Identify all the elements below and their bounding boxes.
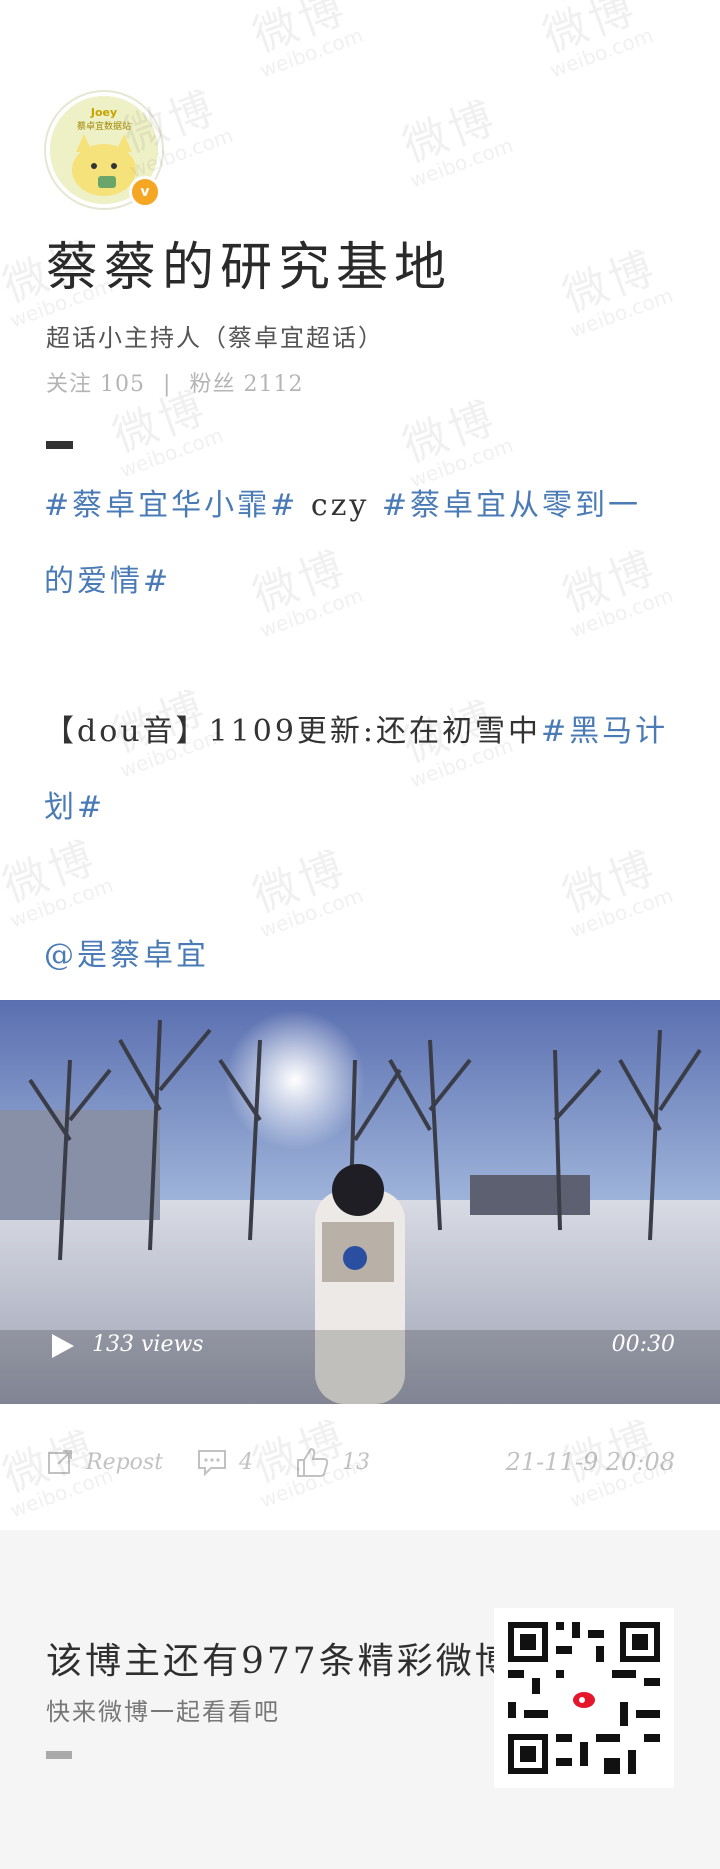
watermark: 微博 weibo.com (536, 0, 657, 83)
qr-code[interactable] (494, 1608, 674, 1788)
comment-button[interactable]: 4 (197, 1448, 253, 1476)
like-button[interactable]: 13 (296, 1446, 370, 1478)
post-paragraph-2: 【dou音】1109更新:还在初雪中#黑马计划# (44, 694, 674, 846)
video-views: 133 views (92, 1332, 204, 1357)
repost-label: Repost (86, 1449, 164, 1475)
following-label: 关注 (46, 372, 93, 397)
repost-button[interactable]: Repost (46, 1448, 163, 1476)
following-count: 105 (100, 372, 146, 397)
profile-role: 超话小主持人（蔡卓宜超话） (46, 324, 384, 352)
footer-divider (46, 1751, 72, 1759)
footer-panel: 该博主还有977条精彩微博 快来微博一起看看吧 (0, 1530, 720, 1869)
section-divider (46, 441, 73, 449)
more-posts-text: 该博主还有977条精彩微博 (46, 1641, 514, 1682)
avatar-text-sub: 蔡卓宜数据站 (77, 120, 131, 132)
post-actions: Repost 4 13 21-11-9 20:08 (0, 1440, 720, 1490)
fans-label: 粉丝 (189, 372, 236, 397)
avatar-text-top: Joey (90, 106, 117, 119)
post-paragraph-3: @是蔡卓宜 (44, 918, 674, 994)
verified-badge-icon: v (129, 176, 161, 208)
watermark: 微博 weibo.com (246, 0, 367, 83)
watermark: 微博 weibo.com (0, 831, 117, 933)
stats-separator: | (163, 372, 172, 397)
profile-stats: 关注 105 | 粉丝 2112 (46, 366, 303, 398)
watermark: 微博 weibo.com (556, 241, 677, 343)
comment-count: 4 (239, 1449, 253, 1475)
video-duration: 00:30 (611, 1332, 675, 1357)
watermark: 微博 weibo.com (106, 381, 227, 483)
watermark: 微博 weibo.com (396, 91, 517, 193)
play-icon (52, 1334, 74, 1358)
post-paragraph-1: #蔡卓宜华小霏# czy #蔡卓宜从零到一的爱情# (44, 468, 674, 620)
post-timestamp: 21-11-9 20:08 (505, 1448, 675, 1476)
mention-link[interactable]: @是蔡卓宜 (44, 938, 209, 973)
qr-code-image (494, 1608, 674, 1788)
repost-icon (48, 1450, 72, 1474)
like-icon (297, 1447, 329, 1477)
profile-name[interactable]: 蔡蔡的研究基地 (46, 225, 452, 300)
comment-icon (198, 1450, 226, 1476)
play-button[interactable] (50, 1332, 76, 1364)
footer-subtext: 快来微博一起看看吧 (46, 1698, 280, 1726)
hashtag-link[interactable]: #蔡卓宜华小霏# (44, 488, 298, 523)
fans-count: 2112 (243, 372, 304, 397)
post-text: 【dou音】1109更新:还在初雪中 (44, 714, 542, 749)
like-count: 13 (342, 1449, 370, 1475)
post-text: czy (298, 488, 382, 523)
